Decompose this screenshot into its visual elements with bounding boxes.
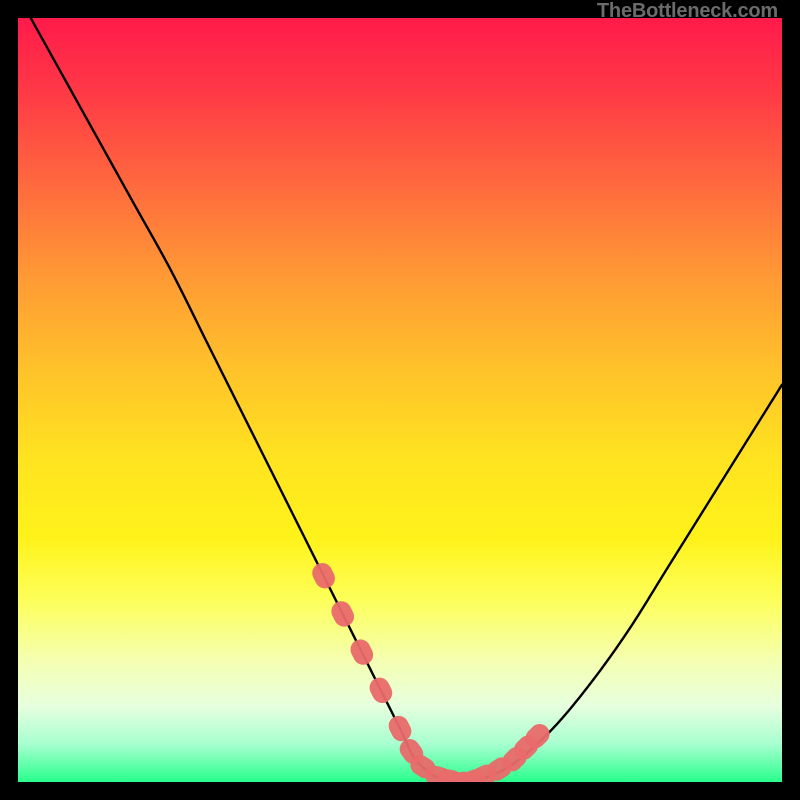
chart-frame: TheBottleneck.com <box>0 0 800 800</box>
marker-blob <box>309 560 339 592</box>
chart-svg <box>18 18 782 782</box>
plot-area <box>18 18 782 782</box>
marker-blob <box>366 674 396 706</box>
marker-blob <box>347 636 377 668</box>
curve-line <box>18 18 782 782</box>
watermark-text: TheBottleneck.com <box>597 0 778 23</box>
marker-blob <box>328 598 358 630</box>
